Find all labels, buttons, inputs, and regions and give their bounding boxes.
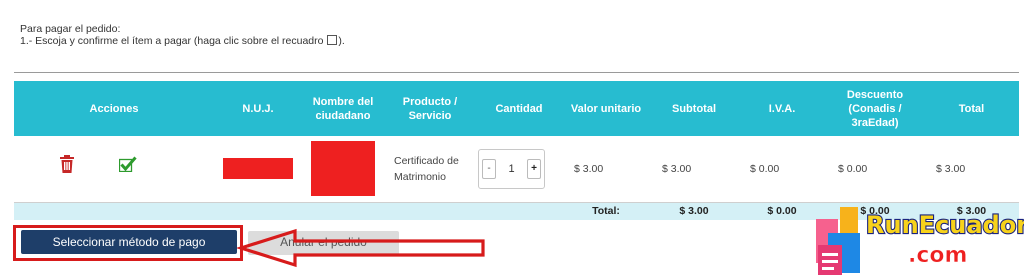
quantity-stepper[interactable]: - 1 + [478,148,545,189]
instructions-line-2-text: 1.- Escoja y confirme el ítem a pagar (h… [20,35,327,47]
checkbox-checked-icon[interactable] [119,156,137,172]
table-header-row: Acciones N.U.J. Nombre del ciudadano Pro… [14,81,1019,136]
header-total: Total [924,81,1019,136]
instructions-line-2: 1.- Escoja y confirme el ítem a pagar (h… [20,35,345,47]
runecuador-logo: RunEcuador .com [816,207,1024,275]
subtotal-cell: $ 3.00 [650,136,738,203]
header-valor-unitario: Valor unitario [562,81,650,136]
nombre-cell [302,136,384,203]
product-cell: Certificado de Matrimonio [384,136,476,203]
divider [14,72,1019,73]
total-cell: $ 3.00 [924,136,1019,203]
nuj-cell [214,136,302,203]
totals-empty-1 [14,202,214,220]
discount-cell: $ 0.00 [826,136,924,203]
increment-button[interactable]: + [527,158,541,179]
totals-empty-4 [384,202,476,220]
totals-empty-3 [302,202,384,220]
header-acciones: Acciones [14,81,214,136]
arrow-left-icon [237,228,485,268]
order-table: Acciones N.U.J. Nombre del ciudadano Pro… [14,81,1019,220]
header-iva: I.V.A. [738,81,826,136]
header-cantidad: Cantidad [476,81,562,136]
iva-cell: $ 0.00 [738,136,826,203]
instructions-line-2-end: ). [338,35,345,47]
header-producto: Producto / Servicio [384,81,476,136]
header-subtotal: Subtotal [650,81,738,136]
quantity-value[interactable]: 1 [499,163,524,175]
actions-cell [14,136,214,203]
decrement-button[interactable]: - [482,158,496,179]
svg-text:RunEcuador: RunEcuador [866,211,1024,239]
table-row: Certificado de Matrimonio - 1 + $ 3.00 $… [14,136,1019,203]
totals-label: Total: [562,202,650,220]
redacted-name [311,141,375,197]
trash-icon[interactable] [59,155,75,173]
quantity-cell: - 1 + [476,136,562,203]
redacted-nuj [223,158,293,180]
checkbox-glyph-icon [327,35,338,45]
header-nuj: N.U.J. [214,81,302,136]
select-payment-method-button[interactable]: Seleccionar método de pago [21,230,237,254]
totals-empty-5 [476,202,562,220]
header-nombre: Nombre del ciudadano [302,81,384,136]
header-descuento: Descuento (Conadis / 3raEdad) [826,81,924,136]
svg-text:.com: .com [908,243,967,268]
unit-price-cell: $ 3.00 [562,136,650,203]
totals-subtotal: $ 3.00 [650,202,738,220]
instructions: Para pagar el pedido: 1.- Escoja y confi… [20,23,345,47]
totals-empty-2 [214,202,302,220]
instructions-line-1: Para pagar el pedido: [20,23,121,35]
